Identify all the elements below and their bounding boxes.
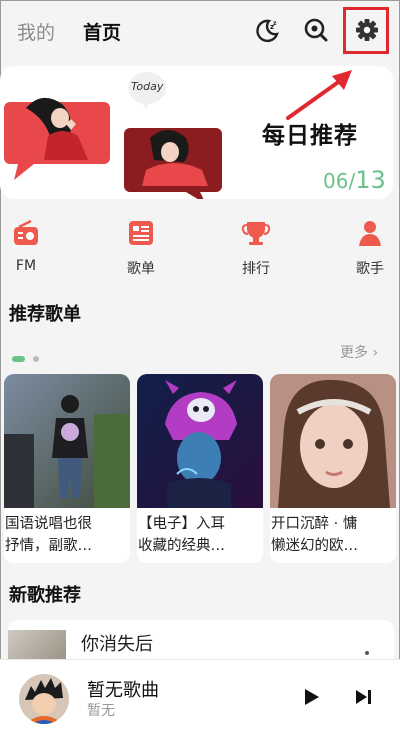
playlist-caption-line2: 收藏的经典… — [138, 538, 225, 554]
playlist-caption: 【电子】入耳 收藏的经典… — [137, 508, 263, 557]
playlist-caption-line1: 开口沉醉 · 慵 — [271, 516, 358, 532]
search-icon[interactable] — [302, 16, 330, 44]
carousel-dots — [12, 348, 39, 367]
playlist-cover-image — [137, 374, 263, 508]
playlist-caption-line2: 抒情，副歌… — [5, 538, 92, 554]
annotation-arrow — [286, 70, 352, 120]
nav-fm[interactable]: FM — [0, 212, 56, 274]
nav-chart[interactable]: 排行 — [226, 212, 286, 278]
nav-chart-label: 排行 — [242, 261, 270, 277]
tab-home[interactable]: 首页 — [83, 18, 121, 45]
song-more-icon[interactable] — [365, 651, 369, 655]
nav-singer[interactable]: 歌手 — [340, 212, 400, 278]
top-bar: 我的 首页 z z — [0, 0, 400, 62]
nav-singer-label: 歌手 — [356, 261, 384, 277]
banner-day: 06 — [323, 169, 349, 193]
playlist-card[interactable]: 【电子】入耳 收藏的经典… — [137, 374, 263, 563]
settings-highlight-box — [343, 7, 389, 54]
nav-fm-label: FM — [15, 258, 37, 274]
carousel-dot-active — [12, 355, 25, 362]
new-songs-title: 新歌推荐 — [9, 585, 81, 606]
player-avatar-image — [19, 674, 69, 724]
nav-playlist[interactable]: 歌单 — [111, 212, 171, 278]
playlist-cover-image — [4, 374, 130, 508]
playlist-card[interactable]: 开口沉醉 · 慵 懒迷幻的欧… — [270, 374, 396, 563]
banner-month: 13 — [355, 166, 386, 194]
song-title: 你消失后 — [81, 634, 153, 655]
player-song-title: 暂无歌曲 — [87, 680, 159, 701]
playlist-caption: 开口沉醉 · 慵 懒迷幻的欧… — [270, 508, 396, 557]
playlist-caption-line2: 懒迷幻的欧… — [271, 538, 358, 554]
trophy-icon — [241, 222, 271, 245]
play-icon[interactable] — [300, 686, 322, 708]
more-link[interactable]: 更多 › — [340, 342, 378, 362]
mini-player[interactable]: 暂无歌曲 暂无 — [0, 659, 400, 734]
banner-date: 06/13 — [323, 166, 386, 194]
recommended-playlists-title: 推荐歌单 — [9, 304, 81, 325]
quick-nav: FM 歌单 排行 歌手 — [0, 212, 400, 282]
singer-icon — [359, 221, 381, 246]
playlist-caption: 国语说唱也很 抒情，副歌… — [4, 508, 130, 557]
radio-icon — [14, 219, 38, 245]
banner-illustration — [4, 72, 222, 199]
player-artist: 暂无 — [87, 703, 115, 719]
player-avatar — [19, 674, 69, 724]
today-bubble-text: Today — [131, 80, 164, 93]
playlist-caption-line1: 国语说唱也很 — [5, 516, 92, 532]
playlist-icon — [129, 221, 153, 245]
playlist-card[interactable]: 国语说唱也很 抒情，副歌… — [4, 374, 130, 563]
playlist-cover-image — [270, 374, 396, 508]
playlist-caption-line1: 【电子】入耳 — [138, 516, 225, 532]
moon-sleep-icon[interactable]: z z — [253, 16, 281, 44]
nav-playlist-label: 歌单 — [127, 261, 155, 277]
tab-mine[interactable]: 我的 — [17, 18, 55, 45]
carousel-dot — [33, 355, 39, 362]
next-track-icon[interactable] — [352, 686, 374, 708]
svg-text:z: z — [273, 20, 277, 27]
